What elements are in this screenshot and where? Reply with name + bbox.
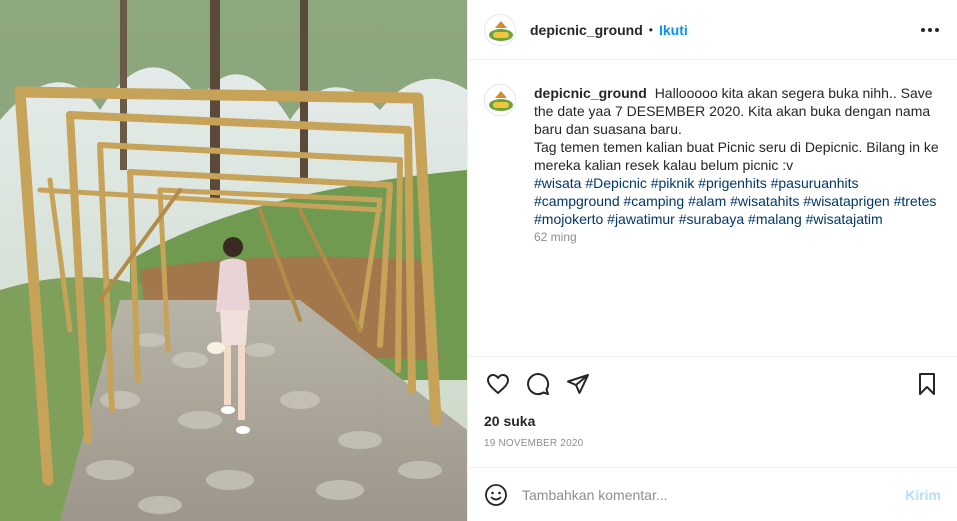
separator-dot: • xyxy=(648,22,653,37)
hashtag[interactable]: #campground xyxy=(534,193,620,209)
brand-logo-icon xyxy=(485,14,515,45)
comment-icon[interactable] xyxy=(524,370,552,398)
hashtag[interactable]: #tretes xyxy=(894,193,937,209)
post-date[interactable]: 19 NOVEMBER 2020 xyxy=(484,438,583,449)
caption-username[interactable]: depicnic_ground xyxy=(534,85,647,101)
bookmark-icon[interactable] xyxy=(913,370,941,398)
post-username[interactable]: depicnic_ground xyxy=(530,22,643,38)
post-dialog: depicnic_ground • Ikuti depicnic_ground … xyxy=(0,0,957,521)
post-comment-button[interactable]: Kirim xyxy=(905,487,941,503)
hashtag[interactable]: #pasuruanhits xyxy=(771,175,859,191)
hashtag[interactable]: #malang xyxy=(748,211,802,227)
hashtag[interactable]: #piknik xyxy=(651,175,695,191)
hashtag[interactable]: #surabaya xyxy=(679,211,744,227)
photo-illustration xyxy=(0,0,467,521)
hashtag[interactable]: #Depicnic xyxy=(585,175,646,191)
hashtag[interactable]: #alam xyxy=(688,193,726,209)
share-icon[interactable] xyxy=(564,370,592,398)
post-photo[interactable] xyxy=(0,0,467,521)
hashtag[interactable]: #camping xyxy=(624,193,685,209)
caption-section: depicnic_ground Hallooooo kita akan sege… xyxy=(468,60,957,357)
caption-text: depicnic_ground Hallooooo kita akan sege… xyxy=(534,84,941,246)
brand-logo-icon xyxy=(485,85,515,115)
hashtag[interactable]: #mojokerto xyxy=(534,211,603,227)
hashtag[interactable]: #wisatahits xyxy=(730,193,799,209)
follow-button[interactable]: Ikuti xyxy=(659,22,688,38)
hashtag[interactable]: #wisata xyxy=(534,175,581,191)
caption-line-2: Tag temen temen kalian buat Picnic seru … xyxy=(534,139,939,173)
avatar[interactable] xyxy=(484,13,516,46)
hashtag[interactable]: #wisataprigen xyxy=(803,193,889,209)
hashtag[interactable]: #wisatajatim xyxy=(806,211,883,227)
caption-age[interactable]: 62 ming xyxy=(534,228,941,246)
caption-avatar[interactable] xyxy=(484,84,516,116)
post-header: depicnic_ground • Ikuti xyxy=(468,0,957,60)
comment-bar: Kirim xyxy=(468,467,957,521)
like-count[interactable]: 20 suka xyxy=(484,413,535,429)
action-bar xyxy=(484,370,941,398)
comment-input[interactable] xyxy=(522,486,898,503)
hashtag-list: #wisata #Depicnic #piknik #prigenhits #p… xyxy=(534,174,941,228)
emoji-icon[interactable] xyxy=(484,483,508,507)
more-options-icon[interactable] xyxy=(919,22,941,38)
hashtag[interactable]: #jawatimur xyxy=(607,211,675,227)
heart-icon[interactable] xyxy=(484,370,512,398)
hashtag[interactable]: #prigenhits xyxy=(698,175,767,191)
post-side-panel: depicnic_ground • Ikuti depicnic_ground … xyxy=(467,0,957,521)
